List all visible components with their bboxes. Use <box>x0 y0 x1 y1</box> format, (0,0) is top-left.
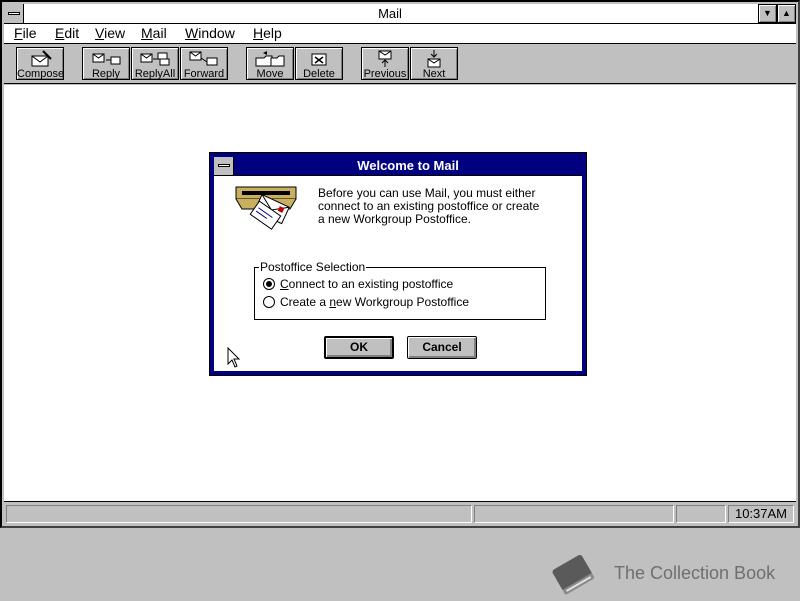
create-new-radio[interactable] <box>263 296 275 308</box>
menu-mail-mnemonic: M <box>141 25 153 41</box>
menu-mail[interactable]: Mail <box>139 24 169 43</box>
status-clock: 10:37AM <box>728 505 794 523</box>
next-icon <box>427 50 441 68</box>
menu-help-mnemonic: H <box>253 25 264 41</box>
menu-view-label: iew <box>104 25 126 41</box>
status-pane-middle <box>474 505 674 523</box>
connect-existing-mnemonic: C <box>280 277 289 291</box>
minimize-button[interactable]: ▼ <box>758 4 777 23</box>
reply-all-button[interactable]: ReplyAll <box>131 47 179 80</box>
postoffice-selection-group: Postoffice Selection Connect to an exist… <box>254 260 546 320</box>
reply-all-icon <box>140 52 170 66</box>
create-new-option[interactable]: Create a new Workgroup Postoffice <box>263 294 469 310</box>
menu-mail-label: ail <box>152 25 167 41</box>
maximize-arrow-icon: ▲ <box>782 8 791 18</box>
dialog-title-bar[interactable]: Welcome to Mail <box>214 157 582 176</box>
book-icon <box>552 554 595 595</box>
move-label: Move <box>256 68 284 80</box>
mouse-pointer-icon <box>227 347 241 368</box>
dialog-message-line: a new Workgroup Postoffice. <box>318 212 471 226</box>
menu-file-mnemonic: F <box>14 25 23 41</box>
menu-window[interactable]: Window <box>183 24 237 43</box>
status-bar: 10:37AM <box>4 503 796 524</box>
move-button[interactable]: Move <box>246 47 294 80</box>
status-pane-main <box>6 505 472 523</box>
create-new-text-pre: Create a <box>280 295 330 309</box>
menu-window-label: indow <box>198 25 235 41</box>
menu-file[interactable]: File <box>12 24 39 43</box>
forward-button[interactable]: Forward <box>180 47 228 80</box>
menu-window-mnemonic: W <box>185 25 199 41</box>
menu-file-label: ile <box>22 25 37 41</box>
status-pane-small <box>676 505 726 523</box>
previous-label: Previous <box>363 68 407 80</box>
delete-label: Delete <box>303 68 335 80</box>
forward-icon <box>189 51 218 66</box>
maximize-button[interactable]: ▲ <box>777 4 796 23</box>
menu-view[interactable]: View <box>93 24 127 43</box>
reply-label: Reply <box>91 68 121 80</box>
menu-edit-label: dit <box>64 25 80 41</box>
cancel-button[interactable]: Cancel <box>407 336 477 359</box>
forward-label: Forward <box>183 68 225 80</box>
create-new-text: ew Workgroup Postoffice <box>336 295 470 309</box>
minimize-arrow-icon: ▼ <box>763 8 772 18</box>
previous-button[interactable]: Previous <box>361 47 409 80</box>
ok-button[interactable]: OK <box>324 336 394 359</box>
welcome-dialog: Welcome to Mail Before you can use Mail,… <box>209 152 587 376</box>
move-icon <box>255 51 285 67</box>
menu-edit[interactable]: Edit <box>53 24 81 43</box>
reply-all-label: ReplyAll <box>134 68 176 80</box>
postoffice-selection-label: Postoffice Selection <box>259 260 367 274</box>
mail-slot-icon <box>235 186 297 230</box>
connect-existing-option[interactable]: Connect to an existing postoffice <box>263 276 453 292</box>
window-title: Mail <box>378 6 402 21</box>
menu-edit-mnemonic: E <box>55 25 65 41</box>
menu-help-label: elp <box>263 25 282 41</box>
dialog-title: Welcome to Mail <box>357 158 459 173</box>
compose-icon <box>31 50 52 67</box>
compose-label: Compose <box>17 68 65 80</box>
system-menu-button[interactable] <box>4 4 24 23</box>
connect-existing-text: onnect to an existing postoffice <box>288 277 454 291</box>
menu-bar: File Edit View Mail Window Help <box>4 24 796 44</box>
previous-icon <box>378 50 392 67</box>
reply-button[interactable]: Reply <box>82 47 130 80</box>
delete-button[interactable]: Delete <box>295 47 343 80</box>
watermark-text: The Collection Book <box>614 563 776 583</box>
next-button[interactable]: Next <box>410 47 458 80</box>
toolbar: Compose Reply ReplyAll Forward Move Dele… <box>4 44 796 84</box>
menu-view-mnemonic: V <box>95 25 105 41</box>
dialog-system-menu-button[interactable] <box>214 157 234 175</box>
reply-icon <box>92 53 121 65</box>
menu-help[interactable]: Help <box>251 24 284 43</box>
delete-icon <box>311 53 327 66</box>
dialog-system-menu-icon <box>218 164 230 167</box>
watermark: The Collection Book <box>546 548 796 598</box>
system-menu-icon <box>8 12 20 15</box>
next-label: Next <box>422 68 446 80</box>
dialog-message: Before you can use Mail, you must either… <box>318 187 578 226</box>
compose-button[interactable]: Compose <box>16 47 64 80</box>
connect-existing-radio[interactable] <box>263 278 275 290</box>
title-bar[interactable]: Mail ▼ ▲ <box>4 4 796 24</box>
